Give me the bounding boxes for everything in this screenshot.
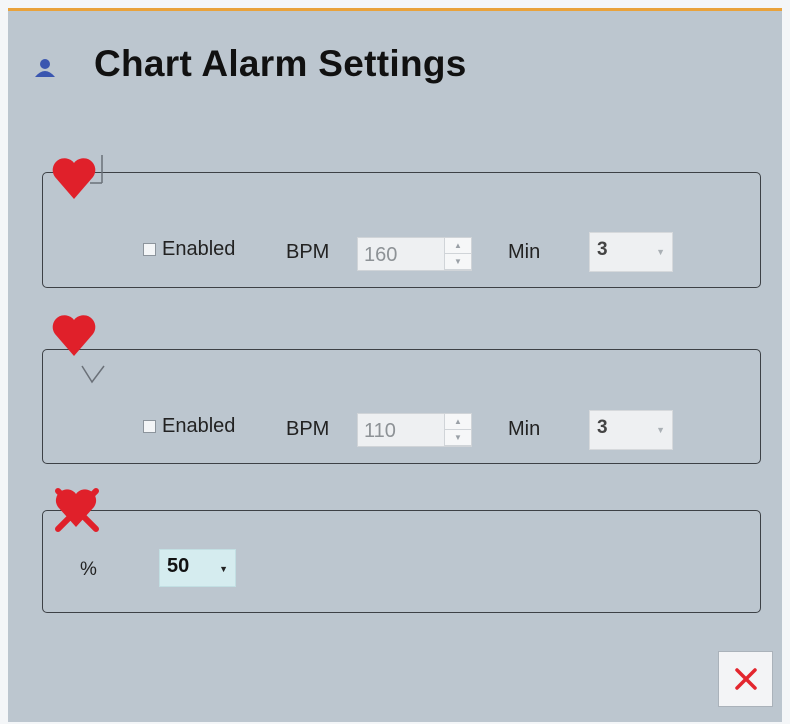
dialog-title: Chart Alarm Settings xyxy=(94,43,467,84)
chevron-down-icon: ▼ xyxy=(656,425,665,435)
chart-alarm-settings-dialog: Chart Alarm Settings Enabled BPM 160 ▲ ▼… xyxy=(8,8,782,722)
heart-crossed-icon xyxy=(55,488,99,532)
close-button[interactable] xyxy=(718,651,773,707)
signal-loss-group: % 50 ▼ xyxy=(42,488,761,613)
low-bpm-label: BPM xyxy=(286,418,330,440)
low-enabled-label: Enabled xyxy=(162,415,236,437)
chevron-down-icon: ▼ xyxy=(219,564,228,574)
low-bpm-spin-buttons: ▲ ▼ xyxy=(444,414,471,446)
percent-combo[interactable]: 50 ▼ xyxy=(159,549,236,587)
app-icon xyxy=(35,59,55,77)
high-bpm-label: BPM xyxy=(286,241,330,263)
low-heart-rate-group: Enabled BPM 110 ▲ ▼ Min 3 ▼ xyxy=(42,315,761,464)
low-alarm-row: Enabled xyxy=(143,415,235,438)
high-min-label: Min xyxy=(508,241,541,263)
high-enabled-label: Enabled xyxy=(162,238,236,260)
high-heart-rate-group: Enabled BPM 160 ▲ ▼ Min 3 ▼ xyxy=(42,155,761,288)
spin-up-button[interactable]: ▲ xyxy=(445,414,471,430)
spin-up-button[interactable]: ▲ xyxy=(445,238,471,254)
percent-value: 50 xyxy=(167,555,190,577)
high-min-value: 3 xyxy=(597,239,608,260)
heart-down-icon xyxy=(52,315,105,384)
high-alarm-row: Enabled xyxy=(143,238,235,261)
high-enabled-checkbox[interactable] xyxy=(143,243,156,256)
low-bpm-spinner[interactable]: 110 ▲ ▼ xyxy=(357,413,472,447)
chevron-down-icon: ▼ xyxy=(656,247,665,257)
low-min-combo[interactable]: 3 ▼ xyxy=(589,410,673,450)
spin-down-button[interactable]: ▼ xyxy=(445,254,471,270)
low-enabled-checkbox[interactable] xyxy=(143,420,156,433)
low-bpm-value: 110 xyxy=(364,420,396,442)
heart-up-icon xyxy=(52,155,103,199)
close-icon xyxy=(734,668,757,690)
high-bpm-spin-buttons: ▲ ▼ xyxy=(444,238,471,270)
high-min-combo[interactable]: 3 ▼ xyxy=(589,232,673,272)
high-bpm-value: 160 xyxy=(364,244,398,266)
low-min-value: 3 xyxy=(597,417,608,438)
percent-label: % xyxy=(80,559,97,580)
high-bpm-spinner[interactable]: 160 ▲ ▼ xyxy=(357,237,472,271)
spin-down-button[interactable]: ▼ xyxy=(445,430,471,446)
low-min-label: Min xyxy=(508,418,541,440)
